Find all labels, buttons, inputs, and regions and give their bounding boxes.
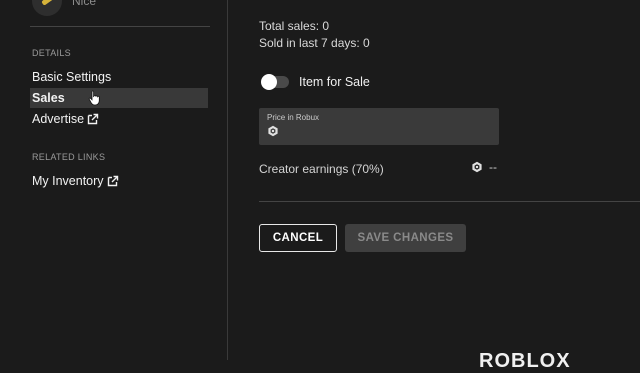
roblox-logo: ROBLOX xyxy=(479,350,571,372)
sidebar-divider xyxy=(30,26,210,27)
sidebar-item-label: Basic Settings xyxy=(32,70,112,84)
sales-panel: Total sales: 0 Sold in last 7 days: 0 It… xyxy=(229,0,640,372)
sidebar-item-label: Advertise xyxy=(32,112,85,126)
price-input[interactable]: Price in Robux xyxy=(259,108,499,145)
sidebar-item-sales[interactable]: Sales xyxy=(30,88,208,108)
section-divider xyxy=(259,201,640,202)
item-header: Nice xyxy=(32,0,96,16)
sidebar: Nice DETAILS Basic Settings Sales Advert… xyxy=(0,0,228,360)
external-link-icon xyxy=(107,175,118,187)
sidebar-item-my-inventory[interactable]: My Inventory xyxy=(30,171,208,191)
hand-pointer-icon xyxy=(88,90,100,106)
item-for-sale-label: Item for Sale xyxy=(299,75,370,89)
external-link-icon xyxy=(87,113,99,125)
sidebar-item-basic-settings[interactable]: Basic Settings xyxy=(30,67,208,87)
sidebar-item-advertise[interactable]: Advertise xyxy=(30,109,208,129)
creator-earnings-label: Creator earnings (70%) xyxy=(259,162,384,176)
related-links-heading: RELATED LINKS xyxy=(32,152,106,162)
item-thumbnail xyxy=(32,0,62,16)
cancel-button[interactable]: CANCEL xyxy=(259,224,337,252)
sidebar-item-label: My Inventory xyxy=(32,174,104,188)
item-for-sale-row: Item for Sale xyxy=(261,74,370,90)
item-for-sale-toggle[interactable] xyxy=(261,74,289,90)
sold-last-7-days: Sold in last 7 days: 0 xyxy=(259,36,370,50)
robux-icon xyxy=(268,125,278,137)
total-sales: Total sales: 0 xyxy=(259,19,330,33)
details-heading: DETAILS xyxy=(32,48,71,58)
creator-earnings: -- xyxy=(471,160,497,174)
price-label: Price in Robux xyxy=(267,113,320,122)
creator-earnings-value: -- xyxy=(489,160,497,174)
save-changes-button[interactable]: SAVE CHANGES xyxy=(345,224,466,252)
robux-icon xyxy=(472,161,482,173)
sidebar-item-label: Sales xyxy=(32,91,65,105)
item-name: Nice xyxy=(72,0,97,8)
